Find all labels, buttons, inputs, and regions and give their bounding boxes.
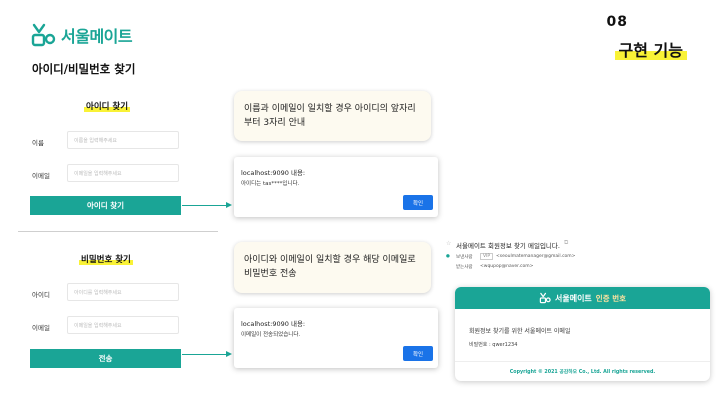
- dialog-ok-button[interactable]: 확인: [403, 346, 433, 361]
- section-divider: [18, 231, 218, 232]
- id-email-label: 이메일: [32, 172, 50, 180]
- id-email-input[interactable]: 이메일을 입력해주세요: [67, 164, 179, 182]
- find-pw-heading: 비밀번호 찾기: [79, 253, 133, 265]
- from-address: <seoulmatemanager@gmail.com>: [496, 254, 576, 259]
- to-label: 받는사람: [456, 265, 473, 270]
- card-subtitle: 인증 번호: [595, 293, 627, 303]
- find-id-heading-text: 아이디 찾기: [86, 102, 129, 112]
- email-card-header: 서울메이트 인증 번호: [455, 287, 710, 309]
- dialog-ok-button[interactable]: 확인: [403, 195, 433, 210]
- seoulmate-logo-icon: [539, 292, 551, 304]
- find-pw-heading-text: 비밀번호 찾기: [81, 255, 131, 265]
- email-subject: 서울메이트 회원정보 찾기 메일입니다.: [456, 242, 560, 250]
- find-id-heading: 아이디 찾기: [84, 100, 131, 112]
- dot-icon: ●: [446, 254, 450, 259]
- email-from-row: ● 보낸사람 VIP <seoulmatemanager@gmail.com>: [446, 253, 716, 262]
- pw-email-input[interactable]: 이메일을 입력해주세요: [67, 316, 179, 334]
- find-id-button[interactable]: 아이디 찾기: [30, 196, 181, 215]
- card-brand: 서울메이트: [554, 293, 592, 303]
- arrow-line: [182, 205, 227, 206]
- dialog-message: 아이디는 tas****입니다.: [241, 181, 300, 187]
- section-title-text: 구현 기능: [618, 41, 683, 60]
- find-pw-callout: 아이디와 이메일이 일치할 경우 해당 이메일로 비밀번호 전송: [234, 242, 431, 293]
- vip-tag: VIP: [480, 253, 494, 260]
- dialog-title: localhost:9090 내용:: [241, 320, 306, 328]
- email-to-row: 받는사람 <wqupop@naver.com>: [446, 264, 716, 272]
- find-pw-dialog: localhost:9090 내용: 이메일이 전송되었습니다. 확인: [234, 308, 438, 368]
- external-link-icon[interactable]: ⧉: [564, 239, 568, 247]
- from-label: 보낸사람: [456, 255, 473, 260]
- section-title: 구현 기능: [614, 37, 688, 61]
- seoulmate-logo-icon: [31, 23, 56, 47]
- arrow-head: [226, 351, 232, 357]
- pw-email-label: 이메일: [32, 324, 50, 332]
- email-card: 서울메이트 인증 번호 회원정보 찾기를 위한 서울메이트 이메일 비밀번호 :…: [455, 287, 710, 381]
- id-input[interactable]: 아이디를 입력해주세요: [67, 283, 179, 301]
- name-input[interactable]: 이름을 입력해주세요: [67, 131, 179, 149]
- logo-text: 서울메이트: [61, 27, 133, 46]
- email-footer: Copyright © 2021 공감하오 Co., Ltd. All righ…: [455, 361, 710, 381]
- find-id-dialog: localhost:9090 내용: 아이디는 tas****입니다. 확인: [234, 157, 438, 217]
- dialog-title: localhost:9090 내용:: [241, 169, 306, 177]
- arrow-line: [182, 354, 227, 355]
- email-body-text: 회원정보 찾기를 위한 서울메이트 이메일: [469, 328, 571, 335]
- name-label: 이름: [32, 139, 44, 147]
- logo: 서울메이트: [30, 22, 133, 48]
- star-icon[interactable]: ☆: [446, 240, 451, 247]
- dialog-message: 이메일이 전송되었습니다.: [241, 332, 301, 338]
- arrow-head: [226, 202, 232, 208]
- email-subject-row: ☆ 서울메이트 회원정보 찾기 메일입니다. ⧉: [446, 239, 706, 251]
- send-button[interactable]: 전송: [30, 349, 181, 368]
- page-title: 아이디/비밀번호 찾기: [32, 62, 136, 76]
- to-address: <wqupop@naver.com>: [480, 264, 534, 269]
- id-label: 아이디: [32, 291, 50, 299]
- section-number: 08: [606, 14, 628, 30]
- find-id-callout: 이름과 이메일이 일치할 경우 아이디의 앞자리부터 3자리 안내: [234, 91, 431, 141]
- email-password-line: 비밀번호 : qwer1234: [469, 342, 518, 348]
